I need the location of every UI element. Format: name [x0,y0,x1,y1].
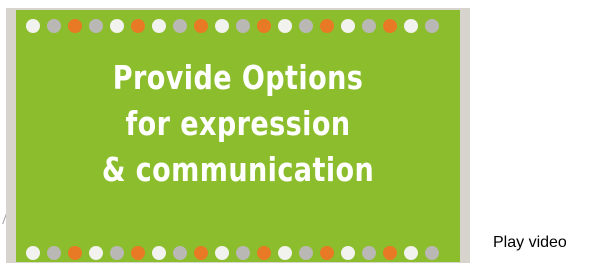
decorative-dot [47,19,61,33]
decorative-dot [173,19,187,33]
decorative-dot [257,246,271,260]
decorative-dot [278,19,292,33]
decorative-dot [299,246,313,260]
page: Provide Options for expression & communi… [0,0,614,268]
decorative-dot [194,246,208,260]
decorative-dot [362,19,376,33]
decorative-dot [194,19,208,33]
decorative-dots-top [16,16,460,36]
slide-title-line-2: for expression [125,104,351,143]
decorative-dot [89,19,103,33]
decorative-dot [131,19,145,33]
decorative-dot [383,19,397,33]
decorative-dot [278,246,292,260]
decorative-dot [404,19,418,33]
decorative-dot [236,19,250,33]
video-thumbnail[interactable]: Provide Options for expression & communi… [16,10,460,262]
decorative-dot [110,246,124,260]
decorative-dot [131,246,145,260]
decorative-dot [68,19,82,33]
decorative-dot [215,19,229,33]
slide-title: Provide Options for expression & communi… [16,55,460,193]
decorative-dot [47,246,61,260]
decorative-dot [26,19,40,33]
play-video-link[interactable]: Play video [493,234,567,252]
decorative-dot [236,246,250,260]
decorative-dot [425,19,439,33]
decorative-dot [341,246,355,260]
decorative-dot [152,19,166,33]
slide-title-line-3: & communication [101,150,375,189]
decorative-dot [362,246,376,260]
decorative-dot [215,246,229,260]
decorative-dot [425,246,439,260]
decorative-dot [257,19,271,33]
decorative-dot [341,19,355,33]
decorative-dot [152,246,166,260]
decorative-dot [320,19,334,33]
decorative-dot [89,246,103,260]
slide-title-line-1: Provide Options [112,58,364,97]
decorative-dot [110,19,124,33]
decorative-dot [320,246,334,260]
decorative-dot [68,246,82,260]
decorative-dot [383,246,397,260]
decorative-dot [26,246,40,260]
decorative-dot [404,246,418,260]
decorative-dots-bottom [16,243,460,262]
decorative-dot [299,19,313,33]
decorative-dot [173,246,187,260]
video-thumbnail-frame[interactable]: Provide Options for expression & communi… [6,8,470,263]
